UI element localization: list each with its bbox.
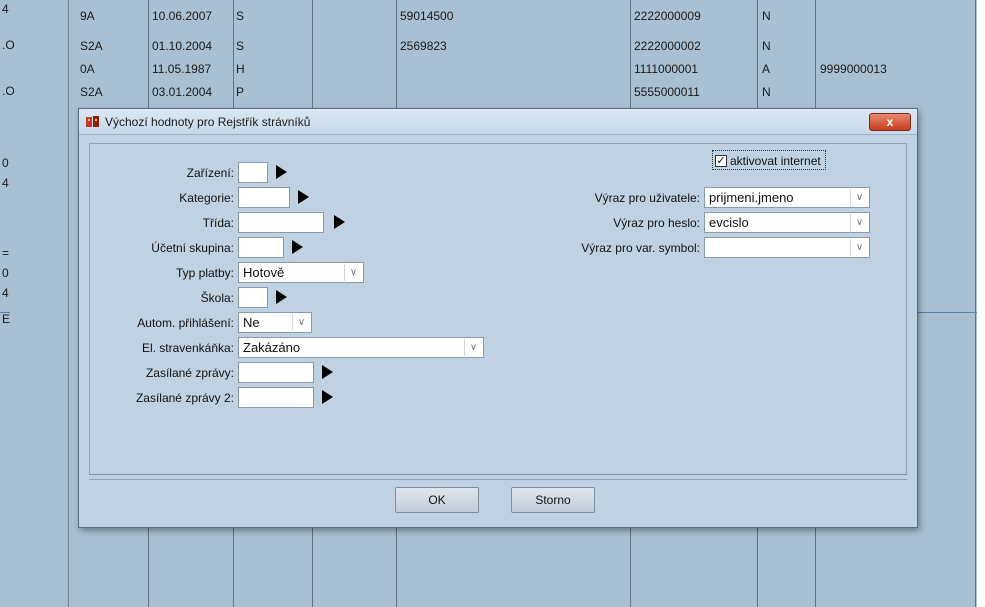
zasilane-zpravy-2-arrow-icon[interactable] — [322, 390, 333, 404]
skola-arrow-icon[interactable] — [276, 290, 287, 304]
zasilane-zpravy-input[interactable] — [238, 362, 314, 383]
label-zarizeni: Zařízení: — [186, 166, 234, 180]
label-kategorie: Kategorie: — [179, 191, 234, 205]
cell-flag: H — [236, 62, 245, 76]
cell-status: A — [762, 62, 771, 76]
cell-flag: P — [236, 85, 245, 99]
zasilane-zpravy-2-input[interactable] — [238, 387, 314, 408]
skola-input[interactable] — [238, 287, 268, 308]
label-autom-prihlaseni: Autom. přihlášení: — [137, 316, 234, 330]
left-label: .O — [2, 84, 15, 98]
zasilane-zpravy-arrow-icon[interactable] — [322, 365, 333, 379]
ucetni-skupina-input[interactable] — [238, 237, 284, 258]
cell-code: S2A — [80, 85, 103, 99]
cell-flag: S — [236, 39, 245, 53]
ok-button[interactable]: OK — [395, 487, 479, 513]
vyraz-uzivatele-value: prijmeni.jmeno — [709, 190, 794, 205]
cell-num: 59014500 — [400, 9, 454, 23]
kategorie-arrow-icon[interactable] — [298, 190, 309, 204]
chevron-down-icon[interactable]: ∨ — [464, 339, 482, 356]
chevron-down-icon[interactable]: ∨ — [850, 189, 868, 206]
vyraz-uzivatele-select[interactable]: prijmeni.jmeno ∨ — [704, 187, 870, 208]
zarizeni-arrow-icon[interactable] — [276, 165, 287, 179]
label-ucetni-skupina: Účetní skupina: — [151, 241, 234, 255]
cell-code: S2A — [80, 39, 103, 53]
left-label: 4 — [2, 176, 9, 190]
cell-flag: S — [236, 9, 245, 23]
label-zasilane-zpravy: Zasílané zprávy: — [145, 366, 234, 380]
checkbox-label: aktivovat internet — [730, 153, 821, 168]
cell-num: 2569823 — [400, 39, 447, 53]
label-vyraz-var-symbol: Výraz pro var. symbol: — [581, 241, 700, 255]
label-skola: Škola: — [200, 291, 234, 305]
typ-platby-select[interactable]: Hotově ∨ — [238, 262, 364, 283]
close-button[interactable]: x — [869, 113, 911, 131]
cell-date: 01.10.2004 — [152, 39, 213, 53]
vyraz-heslo-value: evcislo — [709, 215, 749, 230]
chevron-down-icon[interactable]: ∨ — [850, 239, 868, 256]
label-el-stravenkarta: El. stravenkáňka: — [141, 341, 234, 355]
cell-extra: 9999000013 — [820, 62, 887, 76]
vyraz-heslo-select[interactable]: evcislo ∨ — [704, 212, 870, 233]
cell-id: 5555000011 — [634, 85, 700, 99]
dialog-title: Výchozí hodnoty pro Rejstřík strávníků — [105, 115, 311, 129]
aktivovat-internet-checkbox[interactable]: ✓ aktivovat internet — [712, 150, 826, 170]
typ-platby-value: Hotově — [243, 265, 285, 280]
cell-id: 2222000002 — [634, 39, 701, 53]
label-vyraz-uzivatele: Výraz pro uživatele: — [594, 191, 700, 205]
autom-prihlaseni-value: Ne — [243, 315, 260, 330]
dialog-content: Zařízení: Kategorie: Třída: Účetní skupi… — [89, 143, 907, 475]
left-label: = — [2, 246, 10, 260]
left-label: 4 — [2, 286, 9, 300]
cell-id: 1111000001 — [634, 62, 699, 76]
label-trida: Třída: — [202, 216, 234, 230]
app-icon — [86, 116, 99, 127]
chevron-down-icon[interactable]: ∨ — [344, 264, 362, 281]
left-label: .O — [2, 38, 15, 52]
cell-date: 11.05.1987 — [152, 62, 212, 76]
vyraz-var-symbol-select[interactable]: ∨ — [704, 237, 870, 258]
cell-status: N — [762, 9, 771, 23]
cell-date: 10.06.2007 — [152, 9, 213, 23]
left-label: E — [2, 312, 11, 326]
left-label: 4 — [2, 2, 9, 16]
storno-button[interactable]: Storno — [511, 487, 595, 513]
cell-status: N — [762, 39, 771, 53]
kategorie-input[interactable] — [238, 187, 290, 208]
cell-status: N — [762, 85, 771, 99]
cell-code: 9A — [80, 9, 95, 23]
cell-code: 0A — [80, 62, 95, 76]
left-label: 0 — [2, 266, 9, 280]
el-stravenkarta-value: Zakázáno — [243, 340, 301, 355]
chevron-down-icon[interactable]: ∨ — [850, 214, 868, 231]
defaults-dialog: Výchozí hodnoty pro Rejstřík strávníků x… — [78, 108, 918, 528]
zarizeni-input[interactable] — [238, 162, 268, 183]
footer-divider — [89, 479, 907, 480]
left-label: 0 — [2, 156, 9, 170]
autom-prihlaseni-select[interactable]: Ne ∨ — [238, 312, 312, 333]
cell-date: 03.01.2004 — [152, 85, 213, 99]
el-stravenkarta-select[interactable]: Zakázáno ∨ — [238, 337, 484, 358]
dialog-titlebar[interactable]: Výchozí hodnoty pro Rejstřík strávníků x — [79, 109, 917, 135]
checkbox-box[interactable]: ✓ — [715, 154, 727, 167]
left-strip: 4 .O .O 0 4 = 0 4 E — [0, 0, 68, 607]
label-zasilane-zpravy-2: Zasílané zprávy 2: — [135, 391, 234, 405]
right-edge — [977, 0, 985, 607]
cell-id: 2222000009 — [634, 9, 701, 23]
label-typ-platby: Typ platby: — [175, 266, 234, 280]
trida-arrow-icon[interactable] — [334, 215, 345, 229]
ucetni-skupina-arrow-icon[interactable] — [292, 240, 303, 254]
label-vyraz-heslo: Výraz pro heslo: — [613, 216, 700, 230]
chevron-down-icon[interactable]: ∨ — [292, 314, 310, 331]
trida-input[interactable] — [238, 212, 324, 233]
